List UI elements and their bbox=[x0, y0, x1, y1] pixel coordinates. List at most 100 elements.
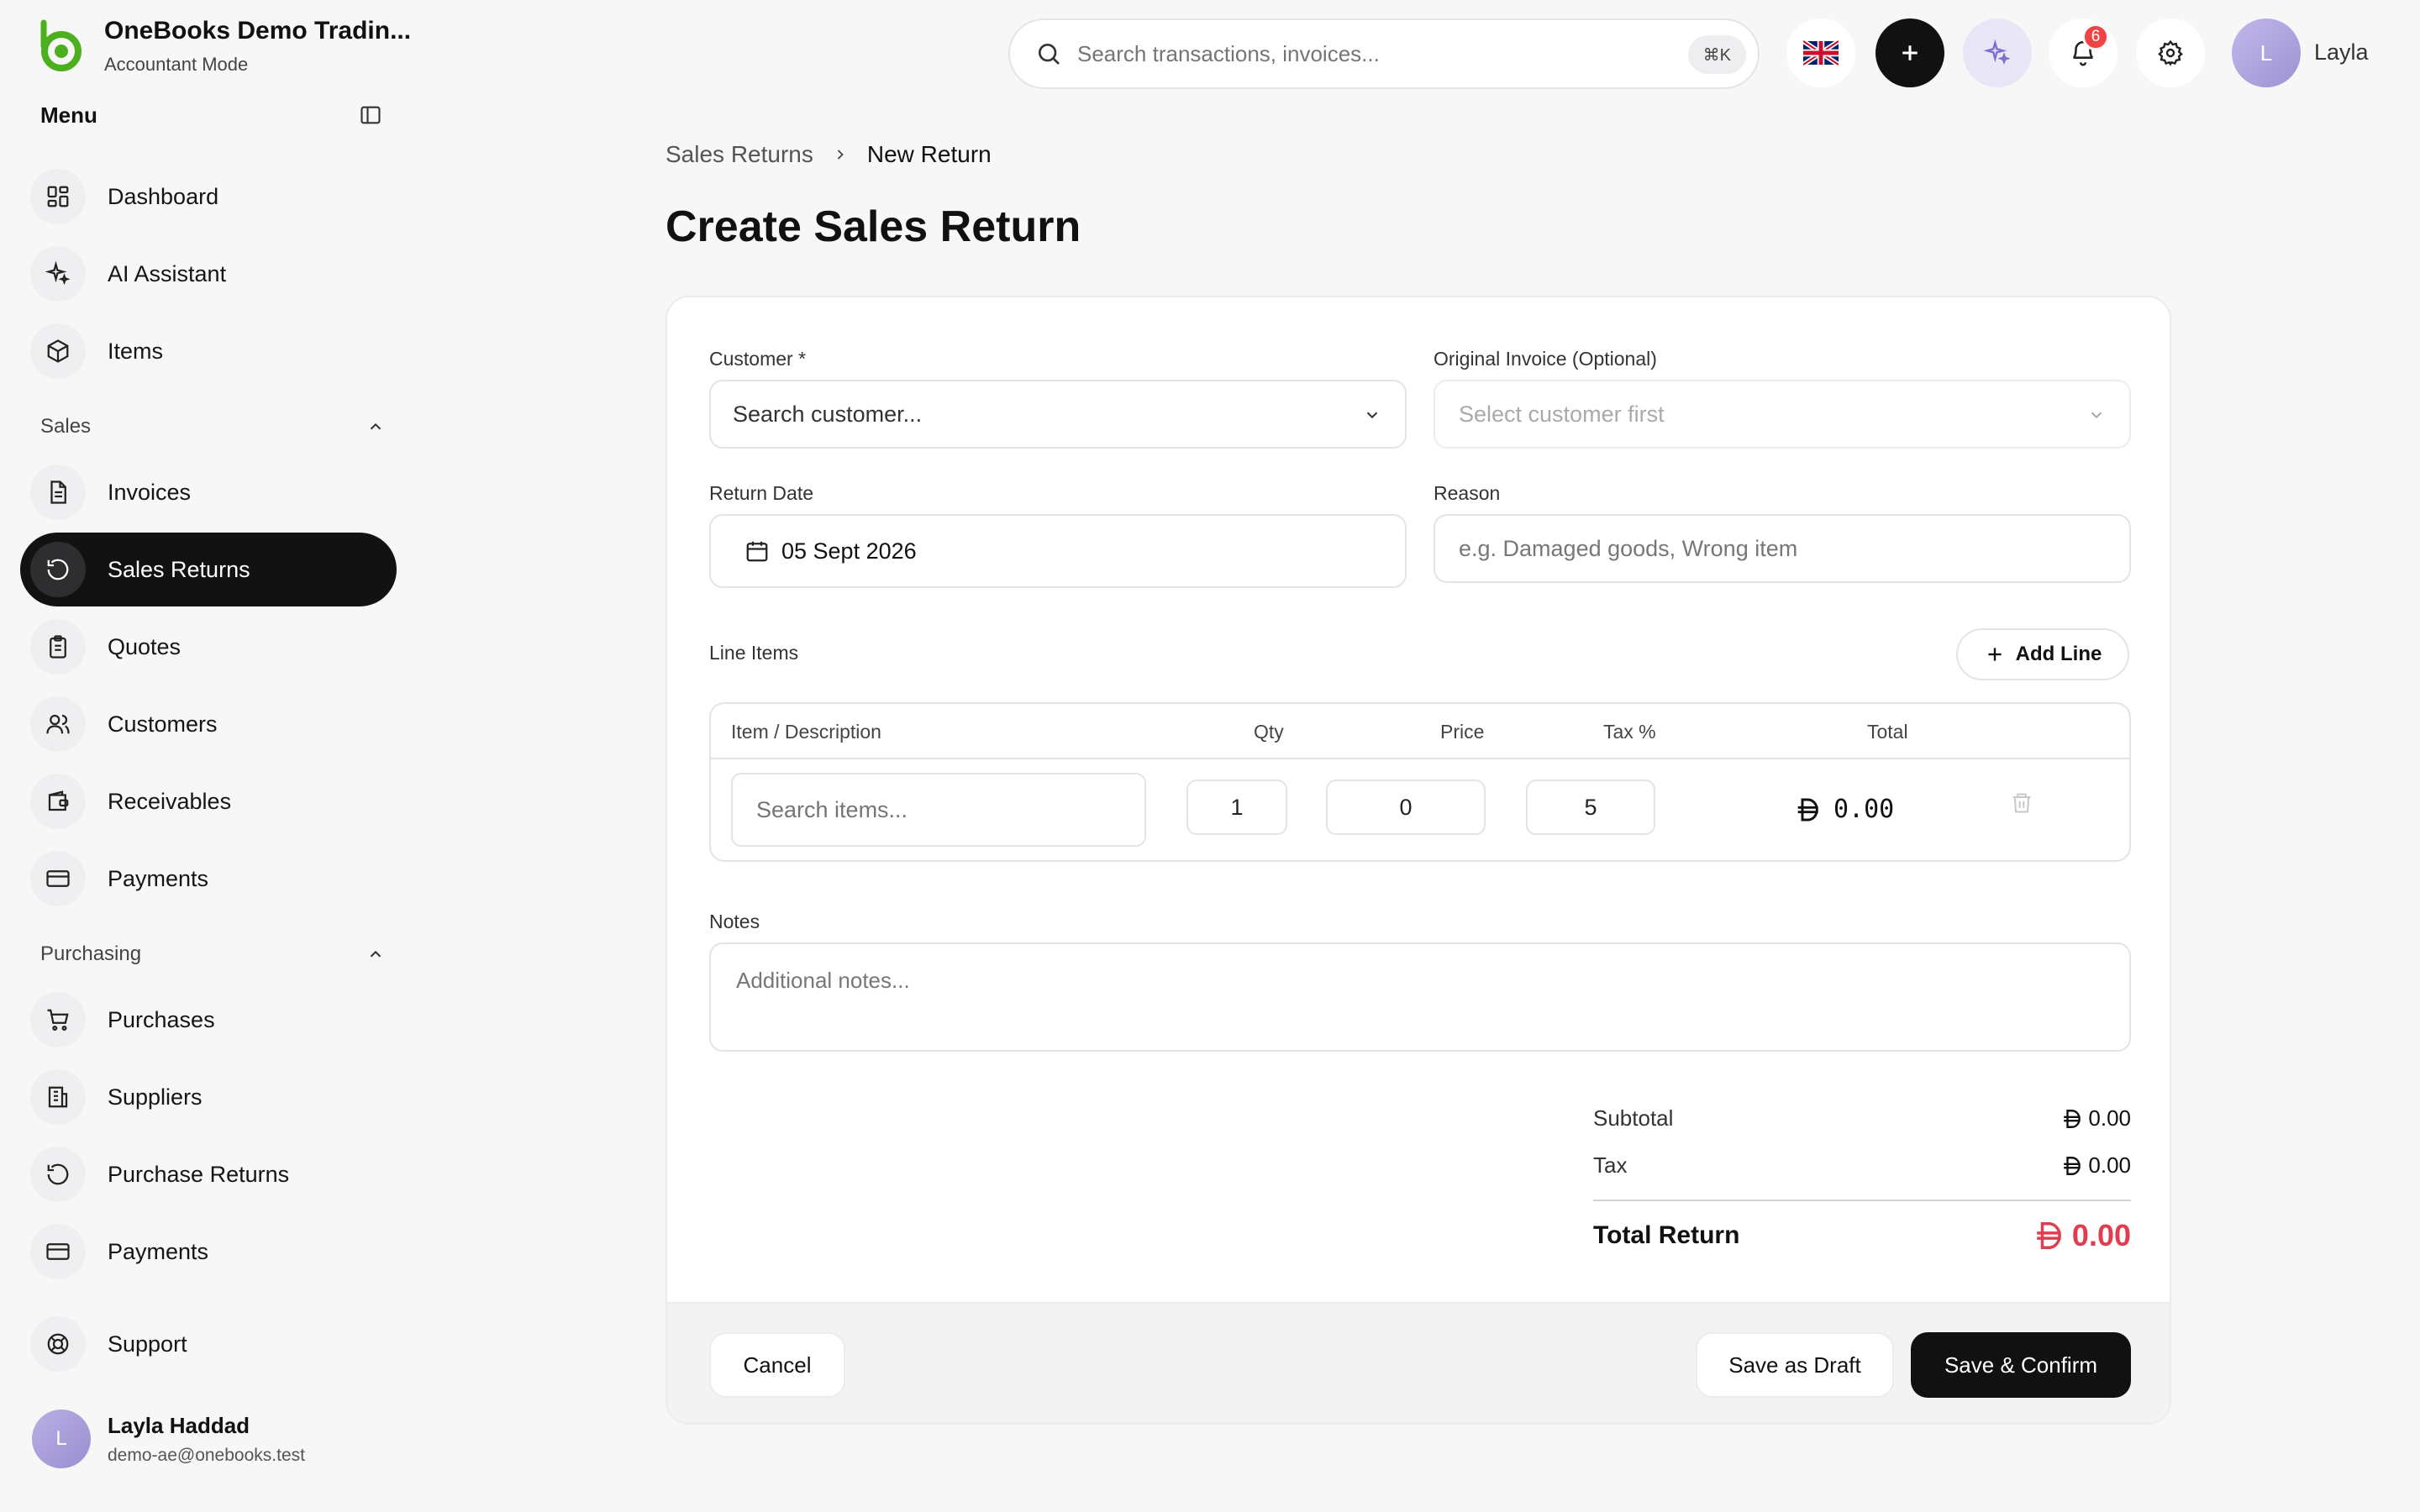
sidebar-item-label: Payments bbox=[108, 1238, 209, 1264]
reason-label: Reason bbox=[1434, 482, 1501, 504]
column-header-total: Total bbox=[1867, 721, 1908, 743]
sidebar-item-items[interactable]: Items bbox=[20, 314, 397, 388]
sidebar-item-invoices[interactable]: Invoices bbox=[20, 455, 397, 529]
search-input[interactable] bbox=[1077, 40, 1665, 67]
add-line-button[interactable]: Add Line bbox=[1956, 628, 2129, 680]
reason-input[interactable] bbox=[1459, 535, 2097, 562]
sidebar-item-payments[interactable]: Payments bbox=[20, 842, 397, 916]
price-input[interactable]: 0 bbox=[1326, 780, 1486, 835]
invoice-placeholder: Select customer first bbox=[1459, 401, 1665, 427]
sidebar-item-label: Items bbox=[108, 338, 164, 364]
sidebar-item-label: Dashboard bbox=[108, 183, 219, 209]
sidebar-item-customers[interactable]: Customers bbox=[20, 687, 397, 761]
top-user-name[interactable]: Layla bbox=[2314, 39, 2369, 66]
qty-input[interactable]: 1 bbox=[1186, 780, 1287, 835]
tax-value: 0.00 bbox=[2088, 1152, 2131, 1178]
menu-label: Menu bbox=[40, 102, 97, 128]
trash-icon[interactable] bbox=[2010, 790, 2033, 816]
sidebar-item-label: Sales Returns bbox=[108, 556, 250, 582]
sidebar-item-label: Invoices bbox=[108, 479, 192, 505]
ai-assistant-button[interactable] bbox=[1963, 18, 2032, 87]
sidebar-item-purchases[interactable]: Purchases bbox=[20, 983, 397, 1057]
create-new-button[interactable] bbox=[1876, 18, 1944, 87]
dirham-icon bbox=[1797, 798, 1818, 821]
customer-placeholder: Search customer... bbox=[733, 401, 923, 427]
dirham-icon bbox=[2037, 1222, 2061, 1249]
reason-field[interactable] bbox=[1434, 514, 2131, 583]
chevron-right-icon bbox=[837, 150, 844, 160]
cancel-button[interactable]: Cancel bbox=[709, 1332, 845, 1398]
total-value: 0.00 bbox=[2071, 1218, 2131, 1252]
global-search[interactable]: ⌘K bbox=[1008, 18, 1760, 89]
sidebar-item-support[interactable]: Support bbox=[20, 1307, 397, 1381]
save-draft-button[interactable]: Save as Draft bbox=[1696, 1332, 1894, 1398]
tax-amount: 0.00 bbox=[2061, 1152, 2131, 1179]
sparkles-icon bbox=[30, 246, 86, 302]
return-date-label: Return Date bbox=[709, 482, 814, 504]
sidebar-toggle-icon[interactable] bbox=[356, 101, 385, 129]
item-search-input[interactable] bbox=[756, 796, 1126, 823]
onebooks-logo-icon bbox=[40, 19, 82, 71]
user-name: Layla Haddad bbox=[108, 1412, 250, 1438]
language-button[interactable] bbox=[1786, 18, 1855, 87]
notifications-button[interactable]: 6 bbox=[2049, 18, 2118, 87]
avatar: L bbox=[32, 1410, 91, 1468]
cart-icon bbox=[30, 992, 86, 1047]
sidebar-user-card[interactable]: L Layla Haddad demo-ae@onebooks.test bbox=[32, 1410, 305, 1468]
section-sales-toggle[interactable]: Sales bbox=[40, 415, 385, 438]
users-icon bbox=[30, 696, 86, 752]
invoice-label: Original Invoice (Optional) bbox=[1434, 348, 1657, 370]
breadcrumb-current: New Return bbox=[866, 141, 992, 167]
sidebar-item-sales-returns[interactable]: Sales Returns bbox=[20, 533, 397, 606]
tax-row: Tax 0.00 bbox=[1593, 1152, 2131, 1179]
header-divider bbox=[711, 758, 2129, 759]
return-icon bbox=[30, 542, 86, 597]
line-total-value: 0.00 bbox=[1833, 795, 1895, 824]
return-date-picker[interactable]: 05 Sept 2026 bbox=[709, 514, 1407, 588]
subtotal-amount: 0.00 bbox=[2061, 1105, 2131, 1131]
tax-label: Tax bbox=[1593, 1152, 1628, 1178]
gear-icon bbox=[2158, 39, 2183, 66]
notes-label: Notes bbox=[709, 911, 760, 932]
section-label: Purchasing bbox=[40, 942, 142, 965]
line-items-table: Item / Description Qty Price Tax % Total… bbox=[709, 702, 2131, 862]
return-date-value: 05 Sept 2026 bbox=[781, 538, 917, 564]
avatar[interactable]: L bbox=[2232, 18, 2301, 87]
sidebar-item-ai-assistant[interactable]: AI Assistant bbox=[20, 237, 397, 311]
breadcrumb-link-sales-returns[interactable]: Sales Returns bbox=[666, 141, 813, 168]
column-header-item: Item / Description bbox=[731, 721, 881, 743]
original-invoice-select[interactable]: Select customer first bbox=[1434, 380, 2131, 449]
sidebar-item-dashboard[interactable]: Dashboard bbox=[20, 160, 397, 234]
dirham-icon bbox=[2064, 1156, 2081, 1175]
sidebar-item-suppliers[interactable]: Suppliers bbox=[20, 1060, 397, 1134]
calendar-icon bbox=[746, 541, 768, 562]
column-header-qty: Qty bbox=[1254, 721, 1284, 743]
return-icon bbox=[30, 1147, 86, 1202]
notes-input[interactable] bbox=[736, 968, 2097, 1035]
form-actions: Cancel Save as Draft Save & Confirm bbox=[667, 1302, 2170, 1423]
summary-divider bbox=[1593, 1200, 2131, 1201]
settings-button[interactable] bbox=[2136, 18, 2205, 87]
chevron-up-icon bbox=[370, 423, 381, 430]
customer-select[interactable]: Search customer... bbox=[709, 380, 1407, 449]
line-total: 0.00 bbox=[1795, 795, 1894, 824]
save-confirm-button[interactable]: Save & Confirm bbox=[1911, 1332, 2131, 1398]
plus-icon bbox=[1988, 648, 2002, 661]
sidebar-item-quotes[interactable]: Quotes bbox=[20, 610, 397, 684]
brand[interactable]: OneBooks Demo Tradin... Accountant Mode bbox=[32, 17, 411, 76]
sidebar-item-receivables[interactable]: Receivables bbox=[20, 764, 397, 838]
sidebar-item-label: Support bbox=[108, 1331, 187, 1357]
item-search-field[interactable] bbox=[731, 773, 1146, 847]
notes-field[interactable] bbox=[709, 942, 2131, 1052]
tax-input[interactable]: 5 bbox=[1526, 780, 1655, 835]
dirham-icon bbox=[2064, 1109, 2081, 1128]
notification-count-badge: 6 bbox=[2082, 24, 2109, 50]
subtotal-row: Subtotal 0.00 bbox=[1593, 1105, 2131, 1131]
section-purchasing-toggle[interactable]: Purchasing bbox=[40, 942, 385, 966]
sidebar-item-purchase-payments[interactable]: Payments bbox=[20, 1215, 397, 1289]
user-email: demo-ae@onebooks.test bbox=[108, 1445, 305, 1465]
breadcrumb: Sales Returns New Return bbox=[666, 141, 992, 168]
sidebar-item-purchase-returns[interactable]: Purchase Returns bbox=[20, 1137, 397, 1211]
clipboard-icon bbox=[30, 619, 86, 675]
dashboard-icon bbox=[30, 169, 86, 224]
